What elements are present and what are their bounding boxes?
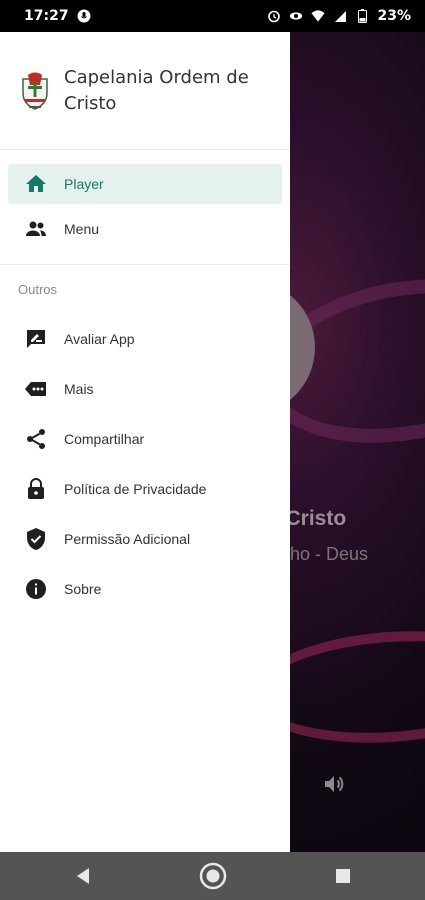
eye-icon — [289, 9, 303, 23]
nav-item-menu[interactable]: Menu — [0, 204, 290, 254]
main-nav: Player Menu — [0, 150, 290, 254]
alarm-icon — [267, 9, 281, 23]
nav-item-player[interactable]: Player — [8, 164, 282, 204]
share-icon — [24, 427, 48, 451]
nav-item-rate-app[interactable]: Avaliar App — [0, 314, 290, 364]
people-icon — [24, 217, 48, 241]
home-button[interactable] — [198, 861, 228, 891]
status-time: 17:27 — [24, 8, 69, 24]
rate-review-icon — [24, 327, 48, 351]
nav-item-label: Mais — [64, 381, 94, 397]
volume-icon — [322, 772, 346, 796]
back-icon — [76, 868, 89, 884]
status-bar: 17:27 23% — [0, 0, 425, 32]
shield-check-icon — [24, 527, 48, 551]
nav-item-label: Sobre — [64, 581, 102, 597]
signal-icon — [333, 9, 347, 23]
wifi-icon — [311, 9, 326, 23]
drawer-header: Capelania Ordem de Cristo — [0, 32, 290, 150]
navigation-drawer: Capelania Ordem de Cristo Player Menu Ou… — [0, 32, 290, 852]
nav-item-label: Player — [64, 176, 104, 192]
nav-item-label: Política de Privacidade — [64, 481, 207, 497]
app-logo — [18, 71, 52, 111]
home-icon — [24, 172, 48, 196]
home-circle-icon — [199, 862, 226, 890]
system-navigation-bar — [0, 852, 425, 900]
nav-item-label: Permissão Adicional — [64, 531, 191, 547]
lock-icon — [24, 477, 48, 501]
back-button[interactable] — [68, 861, 98, 891]
info-icon — [24, 577, 48, 601]
nav-item-share[interactable]: Compartilhar — [0, 414, 290, 464]
section-label-others: Outros — [18, 282, 58, 297]
nav-item-more[interactable]: Mais — [0, 364, 290, 414]
recents-button[interactable] — [328, 861, 358, 891]
battery-icon — [355, 9, 369, 23]
recents-icon — [335, 869, 350, 883]
others-nav: Avaliar App Mais Compartilhar Política d… — [0, 314, 290, 614]
nav-item-privacy-policy[interactable]: Política de Privacidade — [0, 464, 290, 514]
microphone-icon — [77, 9, 91, 23]
nav-item-label: Avaliar App — [64, 331, 135, 347]
nav-item-label: Menu — [64, 221, 100, 237]
nav-item-additional-permission[interactable]: Permissão Adicional — [0, 514, 290, 564]
app-title: Capelania Ordem de Cristo — [64, 66, 249, 114]
nav-item-about[interactable]: Sobre — [0, 564, 290, 614]
battery-percentage: 23% — [377, 8, 411, 24]
more-label-icon — [24, 377, 48, 401]
nav-item-label: Compartilhar — [64, 431, 145, 447]
